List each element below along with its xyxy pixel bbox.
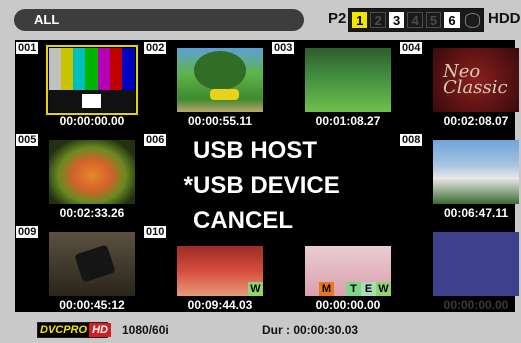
slot-6[interactable]: 6 xyxy=(444,12,460,28)
clip-timecode: 00:00:55.11 xyxy=(187,114,253,128)
clip-number: 010 xyxy=(144,226,167,238)
m-badge: M xyxy=(319,282,334,296)
clip-thumbnail[interactable]: 002 00:00:55.11 xyxy=(143,40,263,130)
clip-thumbnail[interactable]: 00:00:00.00 xyxy=(399,224,519,314)
menu-option-label: USB DEVICE xyxy=(193,172,340,199)
empty-thumbnail xyxy=(433,232,519,296)
tree-car-thumbnail xyxy=(177,48,263,112)
e-badge: E xyxy=(361,282,376,296)
thumbnail-title-text: Neo Classic xyxy=(443,61,508,98)
menu-option-usb-device[interactable]: *USB DEVICE xyxy=(173,170,340,202)
clip-timecode: 00:00:00.00 xyxy=(443,298,509,312)
menu-option-label: USB HOST xyxy=(193,137,318,164)
codec-name: DVCPRO xyxy=(38,323,90,337)
clip-timecode: 00:02:33.26 xyxy=(59,206,125,220)
clip-thumbnail[interactable]: 001 00:00:00.00 xyxy=(15,40,138,130)
clip-number: 001 xyxy=(16,42,39,54)
clip-timecode: 00:01:08.27 xyxy=(315,114,381,128)
hdd-label: HDD xyxy=(488,10,521,27)
card-slot-indicator: 1 2 3 4 5 6 xyxy=(348,8,484,32)
codec-hd: HD xyxy=(89,323,111,337)
slot-2[interactable]: 2 xyxy=(370,12,386,28)
clip-thumbnail[interactable]: 005 00:02:33.26 xyxy=(15,132,135,222)
camera-thumbnail xyxy=(49,232,135,296)
clip-duration: Dur : 00:00:30.03 xyxy=(262,323,359,337)
clip-timecode: 00:06:47.11 xyxy=(443,206,509,220)
menu-option-usb-host[interactable]: USB HOST xyxy=(173,135,317,167)
clip-number: 003 xyxy=(272,42,295,54)
hdd-icon xyxy=(463,12,481,28)
clip-thumbnail-screen: ALL P2 1 2 3 4 5 6 HDD 001 00:00:00.00 0… xyxy=(0,0,521,343)
clip-thumbnail[interactable]: 008 00:06:47.11 xyxy=(399,132,519,222)
clip-timecode: 00:02:08.07 xyxy=(443,114,509,128)
clip-number: 004 xyxy=(400,42,423,54)
color-bars-thumbnail xyxy=(46,45,138,115)
title-card-thumbnail: Neo Classic xyxy=(433,48,519,112)
menu-option-cancel[interactable]: CANCEL xyxy=(173,205,293,237)
top-bar: ALL P2 1 2 3 4 5 6 HDD xyxy=(0,0,521,38)
clip-timecode: 00:00:00.00 xyxy=(315,298,381,312)
slot-5[interactable]: 5 xyxy=(425,12,442,28)
fruit-thumbnail xyxy=(49,140,135,204)
menu-option-label: CANCEL xyxy=(193,207,293,234)
w-badge: W xyxy=(248,282,263,296)
clip-number: 006 xyxy=(144,134,167,146)
w-badge: W xyxy=(376,282,391,296)
clip-timecode: 00:00:45:12 xyxy=(59,298,125,312)
t-badge: T xyxy=(346,282,361,296)
villa-thumbnail xyxy=(433,140,519,204)
clip-number: 009 xyxy=(16,226,39,238)
field-thumbnail xyxy=(305,48,391,112)
bottom-status-bar: DVCPRO HD 1080/60i Dur : 00:00:30.03 xyxy=(0,318,521,343)
selected-mark: * xyxy=(183,172,193,199)
filter-label: ALL xyxy=(34,12,60,27)
media-label: P2 xyxy=(328,10,347,27)
slot-1[interactable]: 1 xyxy=(352,12,368,28)
usb-mode-menu: USB HOST *USB DEVICE CANCEL xyxy=(173,127,392,246)
codec-badge: DVCPRO HD xyxy=(37,322,111,338)
slot-3[interactable]: 3 xyxy=(388,12,405,28)
clip-timecode: 00:09:44.03 xyxy=(187,298,253,312)
clip-thumbnail[interactable]: 003 00:01:08.27 xyxy=(271,40,391,130)
clip-thumbnail[interactable]: 004 Neo Classic 00:02:08.07 xyxy=(399,40,519,130)
clip-filter-selector[interactable]: ALL xyxy=(14,9,304,31)
clip-number: 005 xyxy=(16,134,39,146)
clip-thumbnail[interactable]: 009 00:00:45:12 xyxy=(15,224,135,314)
clip-number: 008 xyxy=(400,134,423,146)
clip-number: 002 xyxy=(144,42,167,54)
video-format: 1080/60i xyxy=(122,323,169,337)
clip-timecode: 00:00:00.00 xyxy=(59,114,125,128)
slot-4[interactable]: 4 xyxy=(407,12,423,28)
